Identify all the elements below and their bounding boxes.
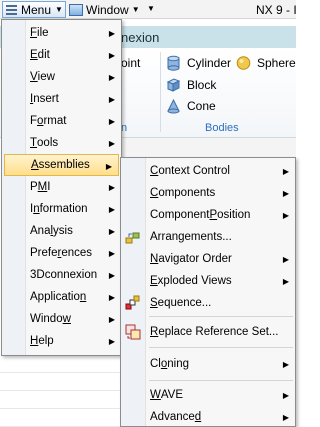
- menu-item-tools[interactable]: Tools ▶: [2, 132, 121, 154]
- submenu-item-replace-reference-set[interactable]: Replace Reference Set...: [121, 321, 295, 343]
- sequence-icon: [125, 295, 140, 310]
- submenu-arrow-icon: ▶: [282, 412, 289, 422]
- menu-item-preferences[interactable]: Prefe r ences ▶: [2, 242, 121, 264]
- submenu-item-advanced[interactable]: Advance d ▶: [121, 406, 295, 427]
- menu-icon: [6, 4, 19, 16]
- submenu-arrow-icon: ▶: [282, 359, 289, 369]
- menu-item-application[interactable]: Applicatio n ▶: [2, 286, 121, 308]
- menu-item-analysis[interactable]: Ana l ysis ▶: [2, 220, 121, 242]
- graphics-grid: [0, 355, 125, 427]
- submenu-arrow-icon: ▶: [108, 336, 115, 346]
- submenu-arrow-icon: ▶: [282, 210, 289, 220]
- assemblies-submenu: Context Control ▶ Components ▶ Component P…: [120, 157, 296, 427]
- window-icon: [69, 3, 83, 16]
- arrangements-icon: [125, 232, 140, 244]
- cylinder-icon: [167, 55, 180, 71]
- menu-item-insert[interactable]: Insert ▶: [2, 88, 121, 110]
- cone-icon: [167, 98, 180, 114]
- menu-item-help[interactable]: Help ▶: [2, 330, 121, 352]
- menu-button[interactable]: Menu ▼: [2, 1, 66, 18]
- replace-reference-set-icon: [125, 324, 141, 340]
- ribbon-tab-3dconnexion[interactable]: nexion: [121, 30, 159, 45]
- quick-access-dropdown-icon[interactable]: ▼: [147, 4, 155, 13]
- submenu-arrow-icon: ▶: [108, 248, 115, 258]
- bodies-group-label: Bodies: [205, 122, 239, 134]
- submenu-arrow-icon: ▶: [282, 390, 289, 400]
- menu-item-assemblies[interactable]: Assemblies ▶: [4, 154, 119, 176]
- app-title: NX 9 - I: [256, 3, 297, 17]
- block-label: Block: [187, 78, 217, 92]
- menu-item-file[interactable]: File ▶: [2, 22, 121, 44]
- chevron-down-icon: ▼: [131, 5, 140, 14]
- submenu-arrow-icon: ▶: [108, 226, 115, 236]
- sphere-button[interactable]: Sphere: [236, 55, 296, 71]
- chevron-down-icon: ▼: [55, 5, 63, 14]
- submenu-arrow-icon: ▶: [108, 182, 115, 192]
- submenu-arrow-icon: ▶: [282, 254, 289, 264]
- menu-separator: [149, 316, 293, 317]
- submenu-item-component-position[interactable]: Component Position ▶: [121, 204, 295, 226]
- cone-label: Cone: [187, 99, 216, 113]
- menu-item-edit[interactable]: Edit ▶: [2, 44, 121, 66]
- menu-button-label: Menu: [21, 2, 52, 17]
- submenu-arrow-icon: ▶: [108, 116, 115, 126]
- submenu-item-context-control[interactable]: Context Control ▶: [121, 160, 295, 182]
- block-icon: [166, 78, 181, 92]
- submenu-arrow-icon: ▶: [105, 161, 112, 171]
- menu-item-pmi[interactable]: P M I ▶: [2, 176, 121, 198]
- submenu-arrow-icon: ▶: [108, 94, 115, 104]
- submenu-arrow-icon: ▶: [108, 28, 115, 38]
- menu-separator: [149, 380, 293, 381]
- submenu-item-navigator-order[interactable]: Navigator Order ▶: [121, 248, 295, 270]
- group-divider: [160, 52, 161, 132]
- submenu-item-cloning[interactable]: Cl o ning ▶: [121, 353, 295, 375]
- submenu-arrow-icon: ▶: [108, 314, 115, 324]
- menu-item-view[interactable]: View ▶: [2, 66, 121, 88]
- menu-item-information[interactable]: In formation ▶: [2, 198, 121, 220]
- main-menu: File ▶ Edit ▶ View ▶ Insert ▶ Fo rmat ▶ Tools ▶…: [1, 19, 122, 356]
- submenu-item-arrangements[interactable]: Arrangements...: [121, 226, 295, 248]
- submenu-arrow-icon: ▶: [108, 204, 115, 214]
- submenu-arrow-icon: ▶: [282, 166, 289, 176]
- cone-button[interactable]: Cone: [166, 98, 216, 114]
- submenu-item-components[interactable]: Components ▶: [121, 182, 295, 204]
- submenu-arrow-icon: ▶: [282, 188, 289, 198]
- submenu-item-exploded-views[interactable]: Exploded Views ▶: [121, 270, 295, 292]
- submenu-arrow-icon: ▶: [108, 50, 115, 60]
- submenu-item-sequence[interactable]: Sequence...: [121, 292, 295, 314]
- cylinder-button[interactable]: Cylinder: [166, 55, 231, 71]
- block-button[interactable]: Block: [166, 77, 216, 93]
- window-button[interactable]: Window ▼: [69, 1, 140, 18]
- submenu-arrow-icon: ▶: [108, 292, 115, 302]
- sphere-label: Sphere: [257, 56, 296, 70]
- submenu-arrow-icon: ▶: [108, 270, 115, 280]
- window-button-label: Window: [86, 2, 129, 17]
- cylinder-label: Cylinder: [187, 56, 232, 70]
- submenu-arrow-icon: ▶: [282, 276, 289, 286]
- point-button-label[interactable]: oint: [121, 56, 140, 70]
- menu-item-window[interactable]: Windo w ▶: [2, 308, 121, 330]
- submenu-arrow-icon: ▶: [108, 72, 115, 82]
- submenu-item-wave[interactable]: W AVE ▶: [121, 384, 295, 406]
- sphere-icon: [236, 56, 251, 70]
- menu-item-format[interactable]: Fo rmat ▶: [2, 110, 121, 132]
- menu-separator: [149, 347, 293, 348]
- menu-item-3dconnexion[interactable]: 3Dconnexion ▶: [2, 264, 121, 286]
- submenu-arrow-icon: ▶: [108, 138, 115, 148]
